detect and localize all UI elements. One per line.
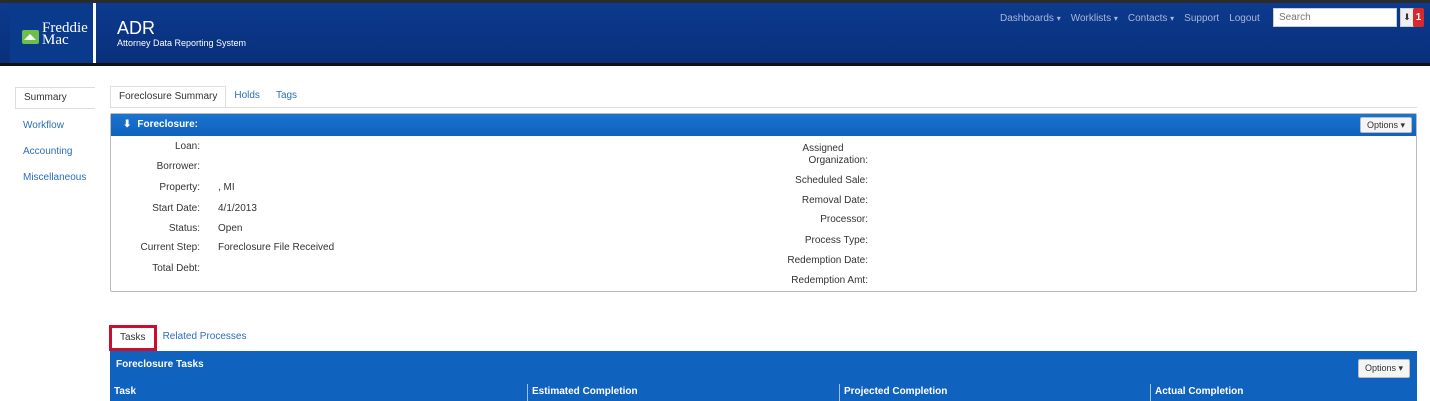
tasks-options-button[interactable]: Options ▾ xyxy=(1357,359,1410,378)
field-label: Current Step: xyxy=(140,242,200,253)
arrow-down-icon[interactable]: ⬇ xyxy=(123,119,131,130)
app-title: ADR xyxy=(117,18,156,38)
foreclosure-options-button[interactable]: Options ▾ xyxy=(1359,117,1412,133)
summary-tabs: Foreclosure Summary Holds Tags xyxy=(110,86,305,108)
sidebar-item-miscellaneous[interactable]: Miscellaneous xyxy=(15,165,95,191)
foreclosure-panel: ⬇ Foreclosure: Options ▾ xyxy=(110,113,1417,292)
top-nav: Dashboards ▾ Worklists ▾ Contacts ▾ Supp… xyxy=(1000,13,1260,24)
chevron-down-icon: ▾ xyxy=(1170,14,1175,23)
nav-contacts[interactable]: Contacts ▾ xyxy=(1128,13,1174,24)
logo-text: Freddie Mac xyxy=(42,21,88,48)
field-value: 4/1/2013 xyxy=(218,203,257,214)
field-label: Removal Date: xyxy=(801,195,868,206)
header-top-line xyxy=(0,0,1430,3)
field-label: Status: xyxy=(168,223,200,234)
app-subtitle: Attorney Data Reporting System xyxy=(117,38,247,48)
foreclosure-title: Foreclosure: xyxy=(137,119,198,130)
tab-holds[interactable]: Holds xyxy=(226,86,268,108)
column-header-estimated-completion[interactable]: Estimated Completion xyxy=(527,384,839,401)
field-value: Open xyxy=(218,223,243,234)
chevron-down-icon: ▾ xyxy=(1113,14,1118,23)
field-label: Loan: xyxy=(174,141,200,152)
field-label: Organization: xyxy=(808,155,868,166)
field-label: Start Date: xyxy=(152,203,200,214)
field-value: Foreclosure File Received xyxy=(218,242,335,253)
header-divider xyxy=(0,63,1430,66)
tasks-title: Foreclosure Tasks xyxy=(116,359,204,370)
foreclosure-panel-header[interactable]: ⬇ Foreclosure: Options ▾ xyxy=(111,114,1416,136)
nav-support[interactable]: Support xyxy=(1184,13,1219,24)
sidebar-item-accounting[interactable]: Accounting xyxy=(15,139,95,165)
field-label: Total Debt: xyxy=(152,263,200,274)
field-label: Redemption Amt: xyxy=(791,275,868,286)
nav-worklists[interactable]: Worklists ▾ xyxy=(1071,13,1118,24)
field-value: , MI xyxy=(218,182,235,193)
field-label: Assigned xyxy=(802,143,844,154)
nav-logout[interactable]: Logout xyxy=(1229,13,1260,24)
sidebar: Summary Workflow Accounting Miscellaneou… xyxy=(15,87,95,191)
field-label: Borrower: xyxy=(156,161,200,172)
freddie-mac-logo[interactable]: Freddie Mac xyxy=(10,3,96,63)
tab-tags[interactable]: Tags xyxy=(268,86,305,108)
column-header-task[interactable]: Task xyxy=(110,384,527,401)
notification-badge[interactable]: 1 xyxy=(1413,8,1424,27)
search-dropdown-button[interactable]: ⬇ xyxy=(1400,8,1414,27)
nav-dashboards[interactable]: Dashboards ▾ xyxy=(1000,13,1061,24)
column-header-projected-completion[interactable]: Projected Completion xyxy=(839,384,1150,401)
field-label: Process Type: xyxy=(804,235,868,246)
field-label: Processor: xyxy=(820,214,868,225)
sidebar-item-summary[interactable]: Summary xyxy=(15,87,95,109)
tab-foreclosure-summary[interactable]: Foreclosure Summary xyxy=(110,86,227,108)
sidebar-item-workflow[interactable]: Workflow xyxy=(15,113,95,139)
field-label: Scheduled Sale: xyxy=(795,175,868,186)
search-input[interactable] xyxy=(1273,8,1397,27)
task-tabs: Tasks Related Processes xyxy=(109,325,255,351)
column-header-actual-completion[interactable]: Actual Completion xyxy=(1150,384,1417,401)
tab-tasks[interactable]: Tasks xyxy=(109,325,157,351)
app-header: Freddie Mac ADR Attorney Data Reporting … xyxy=(0,0,1430,63)
field-label: Property: xyxy=(159,182,200,193)
chevron-down-icon: ▾ xyxy=(1056,14,1061,23)
house-icon xyxy=(22,30,39,44)
tab-related-processes[interactable]: Related Processes xyxy=(155,327,255,349)
tabs-divider xyxy=(110,107,1417,108)
field-label: Redemption Date: xyxy=(787,255,868,266)
